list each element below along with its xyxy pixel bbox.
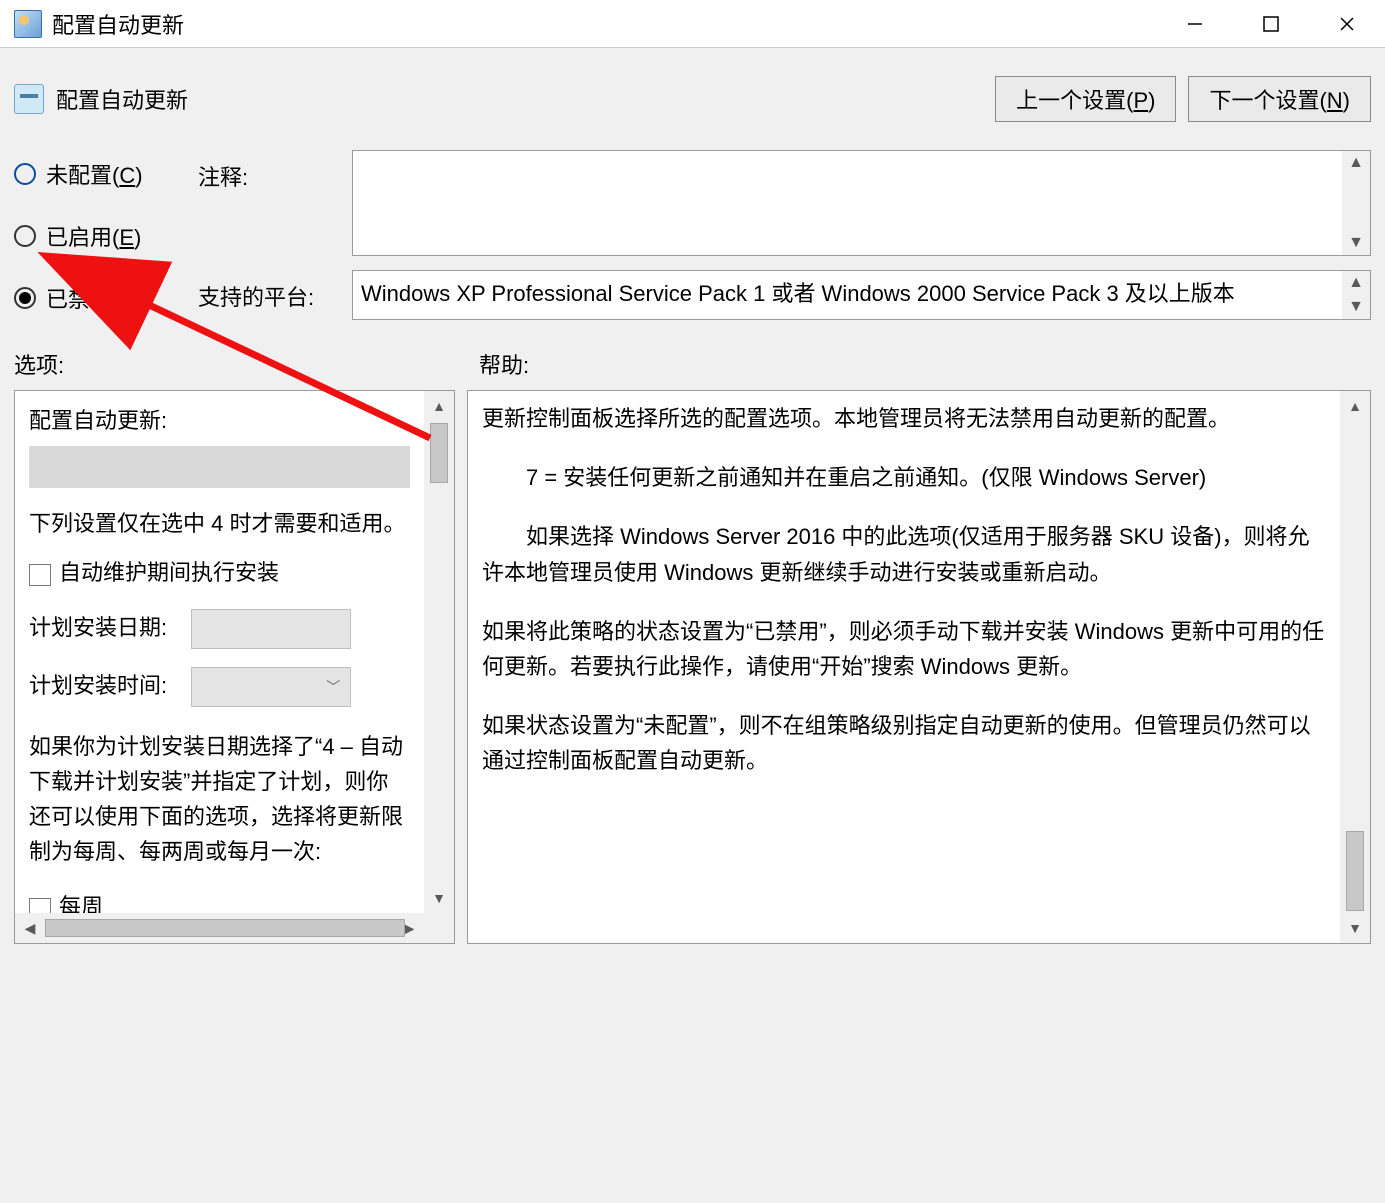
options-panel: 配置自动更新: 下列设置仅在选中 4 时才需要和适用。 自动维护期间执行安装 计… xyxy=(14,390,455,944)
install-day-dropdown[interactable] xyxy=(191,609,351,649)
policy-icon xyxy=(14,84,44,114)
radio-enabled[interactable]: 已启用(E) xyxy=(14,220,194,252)
comment-label: 注释: xyxy=(198,150,348,192)
install-time-label: 计划安装时间: xyxy=(29,672,167,697)
help-paragraph: 如果状态设置为“未配置”，则不在组策略级别指定自动更新的使用。但管理员仍然可以通… xyxy=(482,708,1326,778)
radio-icon xyxy=(14,163,36,185)
scroll-up-icon[interactable]: ▲ xyxy=(1340,391,1370,421)
policy-header: 配置自动更新 上一个设置(P) 下一个设置(N) xyxy=(0,48,1385,132)
install-time-dropdown[interactable]: ﹀ xyxy=(191,667,351,707)
checkbox-icon xyxy=(29,898,51,914)
radio-not-configured[interactable]: 未配置(C) xyxy=(14,158,194,190)
install-day-label: 计划安装日期: xyxy=(29,614,167,639)
scroll-down-icon[interactable]: ▼ xyxy=(424,883,454,913)
config-area: 未配置(C) 已启用(E) 已禁用(D) 注释: ▲ ▼ 支持的平台: Wind… xyxy=(0,132,1385,324)
configure-auto-update-dropdown[interactable] xyxy=(29,446,410,488)
maximize-button[interactable] xyxy=(1233,0,1309,48)
scroll-down-icon[interactable]: ▼ xyxy=(1344,231,1368,255)
policy-title: 配置自动更新 xyxy=(56,83,188,115)
scrollbar-vertical[interactable]: ▲ ▼ xyxy=(1342,151,1370,255)
help-paragraph: 7 = 安装任何更新之前通知并在重启之前通知。(仅限 Windows Serve… xyxy=(482,460,1326,495)
next-setting-button[interactable]: 下一个设置(N) xyxy=(1188,76,1371,122)
scroll-up-icon[interactable]: ▲ xyxy=(424,391,454,421)
radio-disabled[interactable]: 已禁用(D) xyxy=(14,282,194,314)
minimize-button[interactable] xyxy=(1157,0,1233,48)
help-vscrollbar[interactable]: ▲ ▼ xyxy=(1340,391,1370,943)
window-titlebar: 配置自动更新 xyxy=(0,0,1385,48)
help-panel: 更新控制面板选择所选的配置选项。本地管理员将无法禁用自动更新的配置。 7 = 安… xyxy=(467,390,1371,944)
supported-platform-text: Windows XP Professional Service Pack 1 或… xyxy=(361,277,1342,313)
scroll-up-icon[interactable]: ▲ xyxy=(1344,271,1368,295)
configure-auto-update-label: 配置自动更新: xyxy=(29,403,410,438)
app-icon xyxy=(14,10,42,38)
options-section-label: 选项: xyxy=(14,348,467,380)
help-paragraph: 如果将此策略的状态设置为“已禁用”，则必须手动下载并安装 Windows 更新中… xyxy=(482,614,1326,684)
help-paragraph: 如果选择 Windows Server 2016 中的此选项(仅适用于服务器 S… xyxy=(482,519,1326,589)
scroll-thumb[interactable] xyxy=(1346,831,1364,911)
supported-platform-box: Windows XP Professional Service Pack 1 或… xyxy=(352,270,1371,320)
options-note: 下列设置仅在选中 4 时才需要和适用。 xyxy=(29,506,410,541)
chevron-down-icon: ﹀ xyxy=(326,675,340,697)
schedule-note: 如果你为计划安装日期选择了“4 – 自动下载并计划安装”并指定了计划，则你还可以… xyxy=(29,729,410,870)
help-paragraph: 更新控制面板选择所选的配置选项。本地管理员将无法禁用自动更新的配置。 xyxy=(482,401,1326,436)
scroll-thumb[interactable] xyxy=(430,423,448,483)
previous-setting-button[interactable]: 上一个设置(P) xyxy=(995,76,1176,122)
supported-label: 支持的平台: xyxy=(198,270,348,312)
options-hscrollbar[interactable]: ◀ ▶ xyxy=(15,913,424,943)
scroll-thumb[interactable] xyxy=(45,919,405,937)
window-title: 配置自动更新 xyxy=(52,8,184,40)
scroll-down-icon[interactable]: ▼ xyxy=(1340,913,1370,943)
help-section-label: 帮助: xyxy=(467,348,1371,380)
scroll-down-icon[interactable]: ▼ xyxy=(1344,295,1368,319)
weekly-checkbox-row[interactable]: 每周 xyxy=(29,889,410,913)
options-vscrollbar[interactable]: ▲ ▼ xyxy=(424,391,454,913)
checkbox-icon xyxy=(29,564,51,586)
scroll-left-icon[interactable]: ◀ xyxy=(15,913,45,943)
radio-icon xyxy=(14,225,36,247)
comment-textbox[interactable]: ▲ ▼ xyxy=(352,150,1371,256)
maintenance-checkbox-row[interactable]: 自动维护期间执行安装 xyxy=(29,555,410,590)
scrollbar-vertical[interactable]: ▲ ▼ xyxy=(1342,271,1370,319)
close-button[interactable] xyxy=(1309,0,1385,48)
scroll-corner xyxy=(424,913,454,943)
radio-icon xyxy=(14,287,36,309)
scroll-up-icon[interactable]: ▲ xyxy=(1344,151,1368,175)
